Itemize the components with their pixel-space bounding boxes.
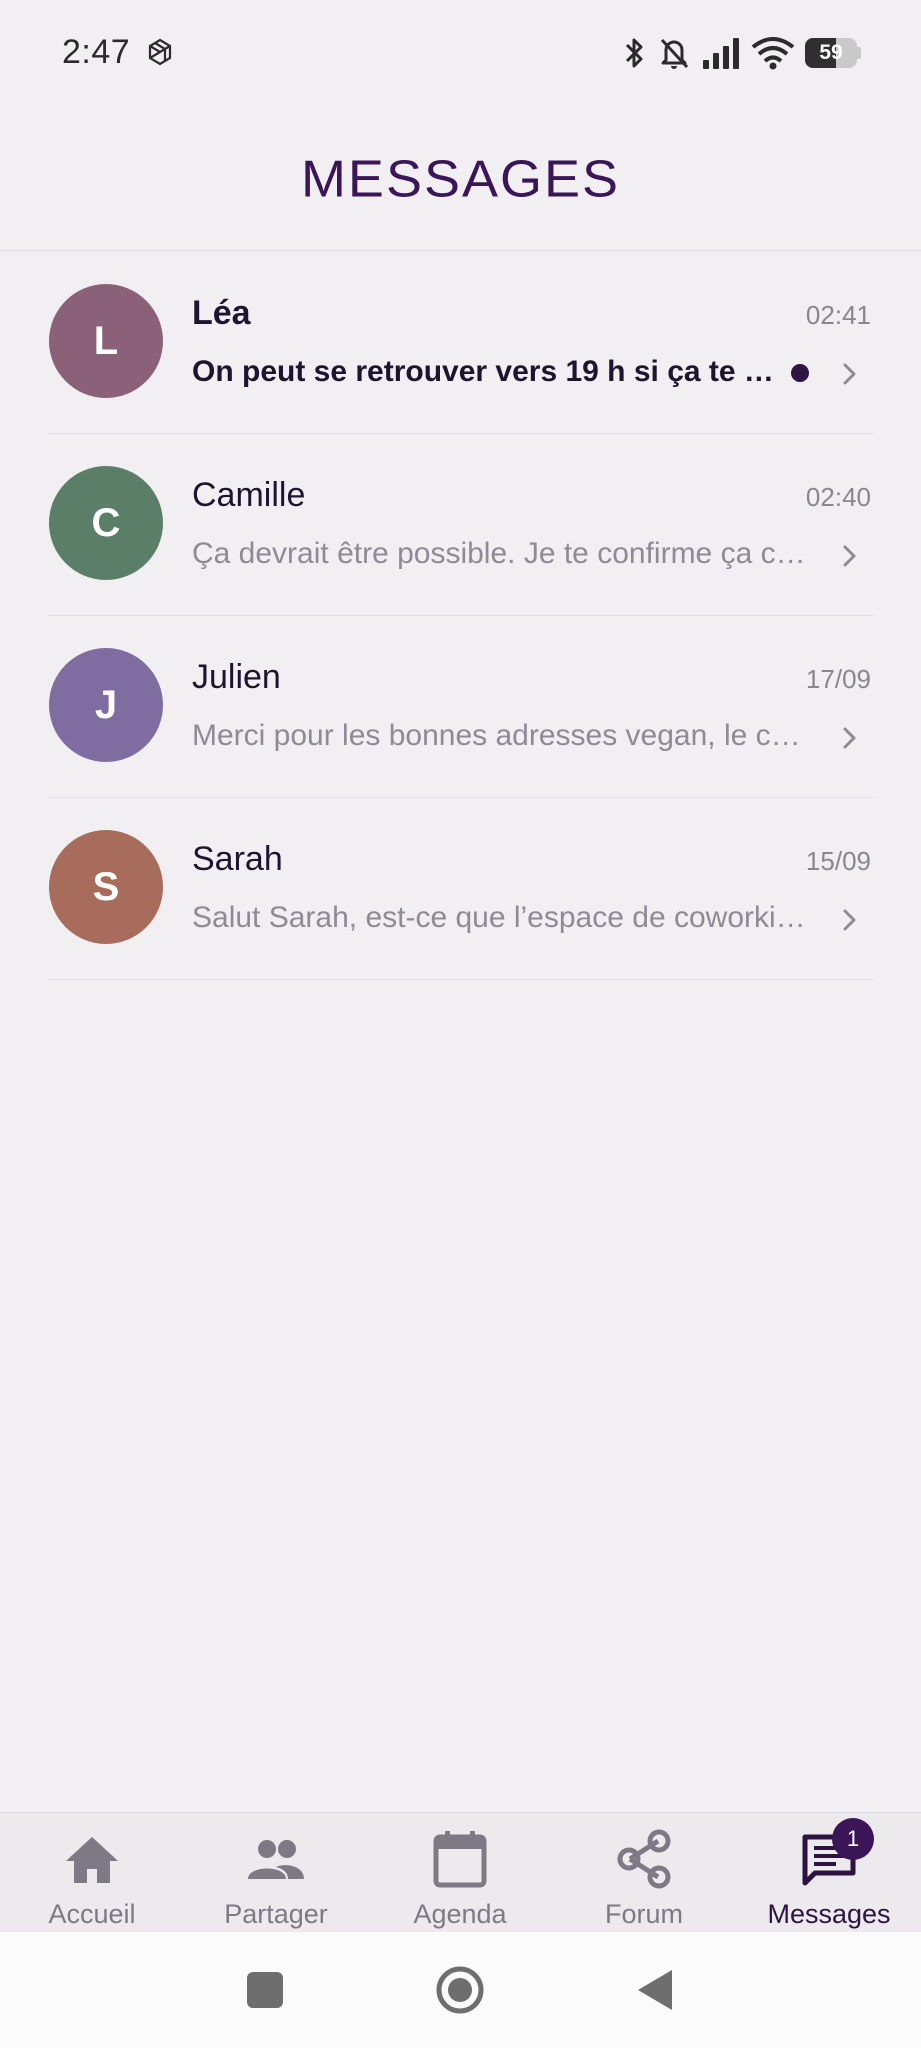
avatar-initial: S xyxy=(92,864,120,909)
status-bar: 2:47 59 xyxy=(0,0,921,108)
avatar-initial: L xyxy=(93,318,119,363)
avatar: J xyxy=(49,648,163,762)
back-triangle-icon[interactable] xyxy=(628,1962,684,2018)
tab-label: Messages xyxy=(767,1899,891,1929)
unread-indicator xyxy=(791,364,809,382)
message-preview: Salut Sarah, est-ce que l’espace de cowo… xyxy=(192,901,812,934)
tab-messages[interactable]: Messages xyxy=(737,1813,921,1933)
message-preview: Ça devrait être possible. Je te confirme… xyxy=(192,537,812,570)
recent-apps-icon[interactable] xyxy=(237,1962,293,2018)
status-time: 2:47 xyxy=(62,33,131,71)
contact-name: Léa xyxy=(192,294,251,332)
bluetooth-icon xyxy=(625,38,643,68)
people-icon xyxy=(248,1840,304,1879)
chevron-right-icon xyxy=(843,363,856,385)
avatar-initial: J xyxy=(94,682,118,727)
tab-accueil[interactable]: Accueil xyxy=(0,1813,184,1933)
conversation-item-julien[interactable]: J Julien 17/09 Merci pour les bonnes adr… xyxy=(0,616,921,798)
home-circle-icon[interactable] xyxy=(432,1962,488,2018)
contact-name: Julien xyxy=(192,658,281,696)
tab-forum[interactable]: Forum xyxy=(552,1813,736,1933)
message-time: 17/09 xyxy=(805,664,871,694)
status-icons: 59 xyxy=(623,34,861,72)
messages-badge: 1 xyxy=(832,1818,874,1860)
wifi-icon xyxy=(751,37,795,70)
tab-agenda[interactable]: Agenda xyxy=(368,1813,552,1933)
chevron-right-icon xyxy=(843,545,856,567)
avatar: C xyxy=(49,466,163,580)
message-time: 15/09 xyxy=(805,846,871,876)
messages-screen: 2:47 59 MESSAGES L Léa 02:41 On peut se … xyxy=(0,0,921,2048)
calendar-icon xyxy=(433,1831,487,1888)
tab-label: Forum xyxy=(604,1899,683,1929)
message-time: 02:40 xyxy=(805,482,871,512)
app-header: MESSAGES xyxy=(0,108,921,251)
avatar-initial: C xyxy=(91,500,121,545)
signal-icon xyxy=(703,38,739,69)
contact-name: Sarah xyxy=(192,840,283,878)
conversation-item-camille[interactable]: C Camille 02:40 Ça devrait être possible… xyxy=(0,434,921,616)
tab-label: Partager xyxy=(224,1899,328,1929)
tab-label: Accueil xyxy=(48,1899,136,1929)
share-icon xyxy=(617,1829,671,1889)
chevron-right-icon xyxy=(843,909,856,931)
tab-label: Agenda xyxy=(413,1899,507,1929)
openai-logo-icon xyxy=(148,38,172,66)
chevron-right-icon xyxy=(843,727,856,749)
bottom-navigation: Accueil Partager Agenda Forum Messages xyxy=(0,1812,921,1932)
conversation-item-lea[interactable]: L Léa 02:41 On peut se retrouver vers 19… xyxy=(0,252,921,434)
message-time: 02:41 xyxy=(805,300,871,330)
tab-partager[interactable]: Partager xyxy=(184,1813,368,1933)
divider xyxy=(48,979,873,980)
home-icon xyxy=(66,1837,118,1883)
message-preview: Merci pour les bonnes adresses vegan, le… xyxy=(192,719,812,752)
system-navigation-bar xyxy=(0,1932,921,2048)
contact-name: Camille xyxy=(192,476,306,514)
bell-off-icon xyxy=(660,38,689,69)
page-title: MESSAGES xyxy=(300,150,621,208)
avatar: L xyxy=(49,284,163,398)
message-preview: On peut se retrouver vers 19 h si ça te … xyxy=(192,355,777,388)
battery-level: 59 xyxy=(819,41,843,64)
conversation-list: L Léa 02:41 On peut se retrouver vers 19… xyxy=(0,252,921,980)
battery-icon: 59 xyxy=(805,38,861,68)
avatar: S xyxy=(49,830,163,944)
conversation-item-sarah[interactable]: S Sarah 15/09 Salut Sarah, est-ce que l’… xyxy=(0,798,921,980)
